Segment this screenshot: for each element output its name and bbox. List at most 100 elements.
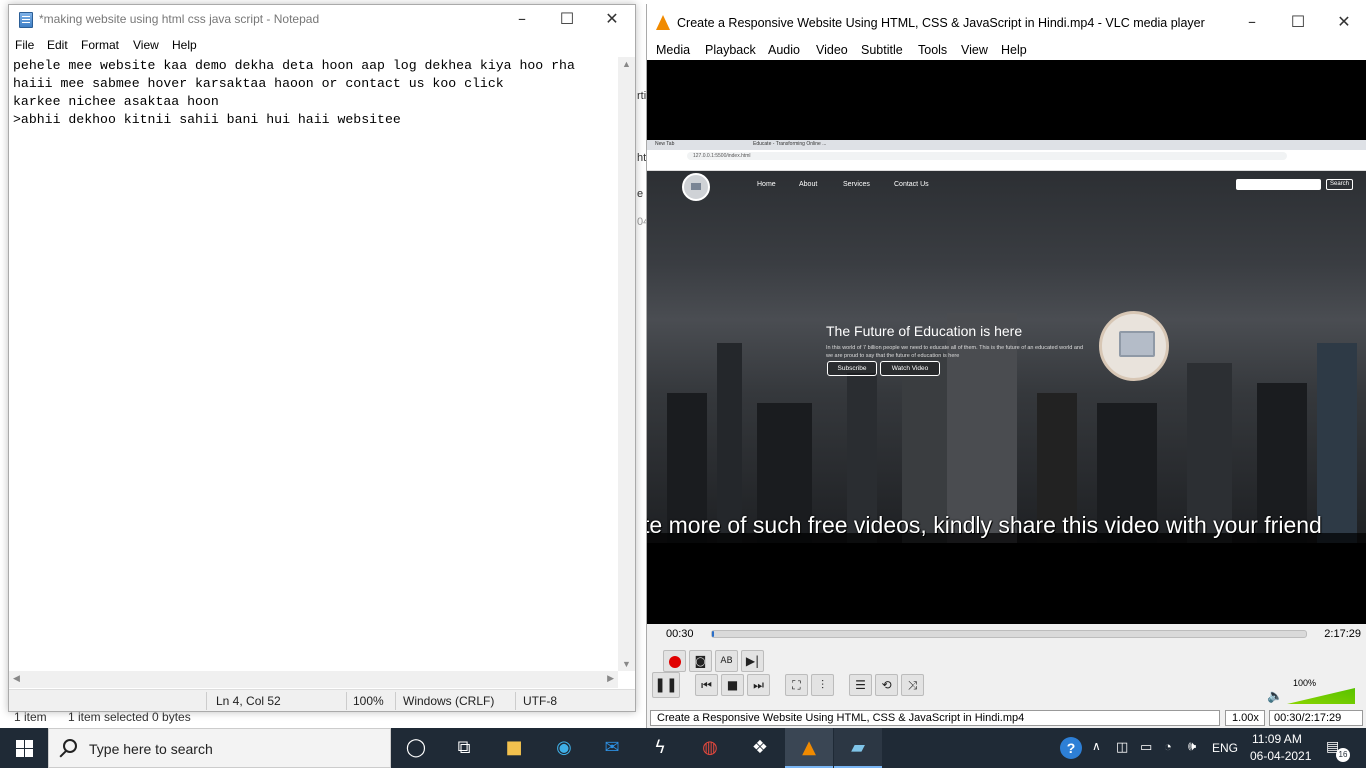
menu-media[interactable]: Media bbox=[656, 43, 690, 57]
scroll-left-icon[interactable]: ◀ bbox=[13, 673, 20, 684]
language-indicator[interactable]: ENG bbox=[1212, 741, 1238, 755]
extended-settings-button[interactable]: ⫶ bbox=[811, 674, 834, 696]
loop-ab-button[interactable]: AB bbox=[715, 650, 738, 672]
speaker-icon[interactable]: 🔈 bbox=[1267, 688, 1283, 704]
video-subtitle: te more of such free videos, kindly shar… bbox=[647, 512, 1322, 538]
notepad-text-area[interactable]: pehele mee website kaa demo dekha deta h… bbox=[13, 57, 619, 671]
frame-step-icon: ▶| bbox=[745, 654, 760, 668]
pause-button[interactable]: ❚❚ bbox=[652, 672, 680, 698]
chrome-icon[interactable]: ◍ bbox=[686, 728, 734, 768]
notepad-title-bar[interactable]: *making website using html css java scri… bbox=[9, 5, 635, 33]
taskbar-search-box[interactable]: Type here to search bbox=[48, 728, 391, 768]
battery-icon[interactable]: ▭ bbox=[1140, 739, 1152, 755]
next-button[interactable]: ⏭ bbox=[747, 674, 770, 696]
search-placeholder: Type here to search bbox=[89, 741, 213, 757]
menu-view[interactable]: View bbox=[133, 38, 159, 52]
volume-percent: 100% bbox=[1293, 678, 1317, 688]
edge-icon[interactable]: ◉ bbox=[540, 728, 588, 768]
menu-audio[interactable]: Audio bbox=[768, 43, 800, 57]
browser-address-bar: 127.0.0.1:5500/index.html bbox=[647, 150, 1366, 162]
volume-icon[interactable]: 🕪 bbox=[1188, 738, 1196, 754]
menu-format[interactable]: Format bbox=[81, 38, 119, 52]
fullscreen-button[interactable]: ⛶ bbox=[785, 674, 808, 696]
maximize-button[interactable]: ☐ bbox=[1275, 8, 1321, 36]
notepad-window[interactable]: *making website using html css java scri… bbox=[8, 4, 636, 712]
site-search-input bbox=[1236, 179, 1321, 190]
cortana-icon[interactable]: ◯ bbox=[392, 728, 440, 768]
next-icon: ⏭ bbox=[753, 678, 764, 692]
vlc-title-bar[interactable]: Create a Responsive Website Using HTML, … bbox=[647, 4, 1366, 40]
menu-subtitle[interactable]: Subtitle bbox=[861, 43, 903, 57]
vertical-scrollbar[interactable]: ▲ ▼ bbox=[618, 57, 635, 671]
video-frame-browser: New Tab Educate - Transforming Online ..… bbox=[647, 140, 1366, 543]
line-ending: Windows (CRLF) bbox=[403, 694, 495, 708]
fullscreen-icon: ⛶ bbox=[792, 678, 801, 692]
file-explorer-icon[interactable]: ■ bbox=[490, 728, 538, 768]
status-time[interactable]: 00:30/2:17:29 bbox=[1269, 710, 1363, 726]
stop-button[interactable]: ■ bbox=[721, 674, 744, 696]
video-area[interactable]: New Tab Educate - Transforming Online ..… bbox=[647, 60, 1366, 624]
notepad-taskbar-icon[interactable]: ▰ bbox=[834, 728, 882, 768]
explorer-peek-text: e bbox=[637, 188, 644, 200]
start-button[interactable] bbox=[0, 728, 48, 768]
encoding: UTF-8 bbox=[523, 694, 557, 708]
site-nav-about: About bbox=[799, 181, 818, 188]
notepad-icon bbox=[19, 12, 33, 28]
snapshot-button[interactable]: ◙ bbox=[689, 650, 712, 672]
clock-time[interactable]: 11:09 AM bbox=[1252, 732, 1302, 746]
playlist-button[interactable]: ☰ bbox=[849, 674, 872, 696]
menu-file[interactable]: File bbox=[15, 38, 34, 52]
elapsed-time: 00:30 bbox=[666, 628, 694, 640]
menu-tools[interactable]: Tools bbox=[918, 43, 947, 57]
clock-date[interactable]: 06-04-2021 bbox=[1250, 749, 1311, 763]
lightning-app-icon[interactable]: ϟ bbox=[636, 728, 684, 768]
horizontal-scrollbar[interactable]: ◀ ▶ bbox=[9, 671, 618, 688]
notification-count-badge: 16 bbox=[1336, 748, 1350, 762]
close-button[interactable]: ✕ bbox=[589, 5, 635, 33]
browser-bookmarks-bar bbox=[647, 162, 1366, 171]
previous-button[interactable]: ⏮ bbox=[695, 674, 718, 696]
playback-speed[interactable]: 1.00x bbox=[1225, 710, 1265, 726]
loop-button[interactable]: ⟲ bbox=[875, 674, 898, 696]
vlc-controls: 00:30 2:17:29 ◙ AB ▶| ❚❚ ⏮ ■ ⏭ ⛶ ⫶ ☰ ⟲ ⤨… bbox=[647, 624, 1366, 708]
frame-step-button[interactable]: ▶| bbox=[741, 650, 764, 672]
total-time[interactable]: 2:17:29 bbox=[1324, 628, 1361, 640]
site-nav-contact: Contact Us bbox=[894, 181, 929, 188]
wifi-icon[interactable]: ◔ bbox=[1164, 739, 1172, 754]
scroll-up-icon[interactable]: ▲ bbox=[622, 59, 631, 69]
mail-icon[interactable]: ✉ bbox=[588, 728, 636, 768]
menu-help[interactable]: Help bbox=[172, 38, 197, 52]
explorer-item-count: 1 item bbox=[14, 710, 47, 724]
browser-url: 127.0.0.1:5500/index.html bbox=[687, 152, 1287, 160]
scroll-down-icon[interactable]: ▼ bbox=[622, 659, 631, 669]
minimize-button[interactable]: – bbox=[1229, 8, 1275, 36]
show-hidden-icons-icon[interactable]: ∧ bbox=[1092, 739, 1101, 753]
menu-playback[interactable]: Playback bbox=[705, 43, 756, 57]
vlc-menu-bar: Media Playback Audio Video Subtitle Tool… bbox=[647, 40, 1366, 60]
help-icon[interactable]: ? bbox=[1060, 737, 1082, 759]
maximize-button[interactable]: ☐ bbox=[544, 5, 590, 33]
seek-bar[interactable] bbox=[711, 630, 1307, 638]
website-preview: Home About Services Contact Us Search Th… bbox=[647, 171, 1366, 543]
menu-edit[interactable]: Edit bbox=[47, 38, 68, 52]
browser-tab: Educate - Transforming Online ... bbox=[753, 141, 827, 147]
vlc-window[interactable]: Create a Responsive Website Using HTML, … bbox=[646, 4, 1366, 728]
task-view-icon[interactable]: ⧉ bbox=[440, 728, 488, 768]
menu-help[interactable]: Help bbox=[1001, 43, 1027, 57]
vlc-taskbar-icon[interactable]: ▲ bbox=[785, 728, 833, 768]
meet-now-icon[interactable]: ◫ bbox=[1116, 739, 1128, 755]
minimize-button[interactable]: – bbox=[499, 5, 545, 33]
scroll-right-icon[interactable]: ▶ bbox=[607, 673, 614, 684]
menu-view[interactable]: View bbox=[961, 43, 988, 57]
stop-icon: ■ bbox=[726, 678, 739, 692]
record-button[interactable] bbox=[663, 650, 686, 672]
dropbox-icon[interactable]: ❖ bbox=[736, 728, 784, 768]
loop-ab-icon: AB bbox=[720, 656, 733, 666]
site-logo bbox=[682, 173, 710, 201]
equalizer-icon: ⫶ bbox=[820, 678, 824, 692]
close-button[interactable]: ✕ bbox=[1321, 8, 1366, 36]
site-nav-home: Home bbox=[757, 181, 776, 188]
volume-slider[interactable] bbox=[1287, 688, 1355, 704]
shuffle-button[interactable]: ⤨ bbox=[901, 674, 924, 696]
menu-video[interactable]: Video bbox=[816, 43, 848, 57]
